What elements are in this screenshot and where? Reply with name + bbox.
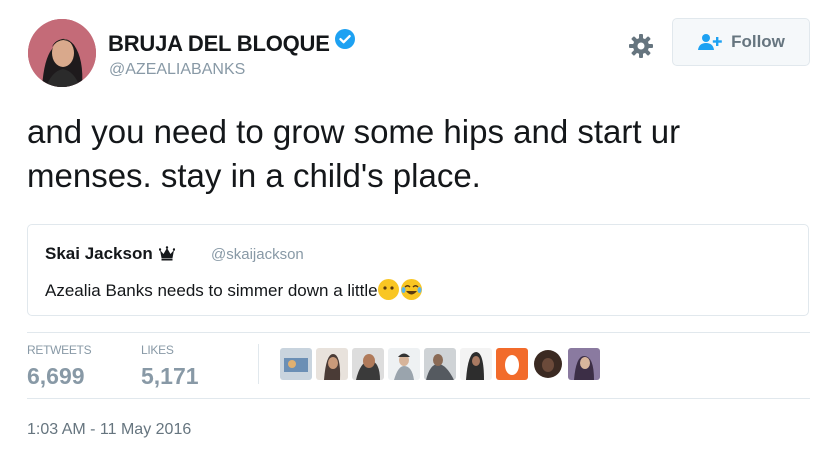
profile-photo-avatar — [28, 19, 96, 87]
quoted-author-name-row: Skai Jackson — [45, 244, 175, 264]
verified-badge-icon — [334, 29, 355, 49]
author-display-name-row[interactable]: BRUJA DEL BLOQUE — [108, 29, 355, 57]
liker-avatar[interactable] — [352, 348, 384, 380]
stats-divider-top — [27, 332, 810, 333]
liker-avatar[interactable] — [568, 348, 600, 380]
stats-separator — [258, 344, 259, 384]
tweet-text: and you need to grow some hips and start… — [27, 113, 681, 194]
tears-of-joy-emoji — [400, 279, 422, 300]
likes-label[interactable]: LIKES — [141, 343, 174, 357]
follow-button-label: Follow — [731, 32, 785, 51]
quoted-author-name: Skai Jackson — [45, 244, 153, 263]
quoted-author-handle: @skaijackson — [211, 246, 304, 263]
retweets-label[interactable]: RETWEETS — [27, 343, 92, 357]
liker-avatar[interactable] — [316, 348, 348, 380]
add-user-icon — [698, 34, 722, 50]
quoted-tweet-card[interactable]: Skai Jackson @skaijackson Azealia Banks … — [27, 224, 809, 316]
tweet-timestamp[interactable]: 1:03 AM - 11 May 2016 — [27, 421, 191, 439]
liker-avatar[interactable] — [388, 348, 420, 380]
quoted-tweet-text-row: Azealia Banks needs to simmer down a lit… — [45, 279, 422, 301]
follow-button[interactable]: Follow — [672, 18, 810, 66]
liker-avatar[interactable] — [460, 348, 492, 380]
liker-avatar[interactable] — [280, 348, 312, 380]
quoted-tweet-text: Azealia Banks needs to simmer down a lit… — [45, 281, 378, 300]
author-handle[interactable]: @AZEALIABANKS — [109, 61, 245, 79]
gear-icon[interactable] — [627, 32, 655, 60]
liker-avatar[interactable] — [496, 348, 528, 380]
liker-avatar[interactable] — [424, 348, 456, 380]
stats-divider-bottom — [27, 398, 810, 399]
no-mouth-face-emoji — [377, 279, 399, 300]
retweets-count[interactable]: 6,699 — [27, 363, 85, 390]
author-avatar[interactable] — [28, 19, 96, 87]
author-display-name[interactable]: BRUJA DEL BLOQUE — [108, 31, 330, 56]
crown-icon — [158, 246, 175, 261]
liker-avatar[interactable] — [532, 348, 564, 380]
likes-count[interactable]: 5,171 — [141, 363, 199, 390]
